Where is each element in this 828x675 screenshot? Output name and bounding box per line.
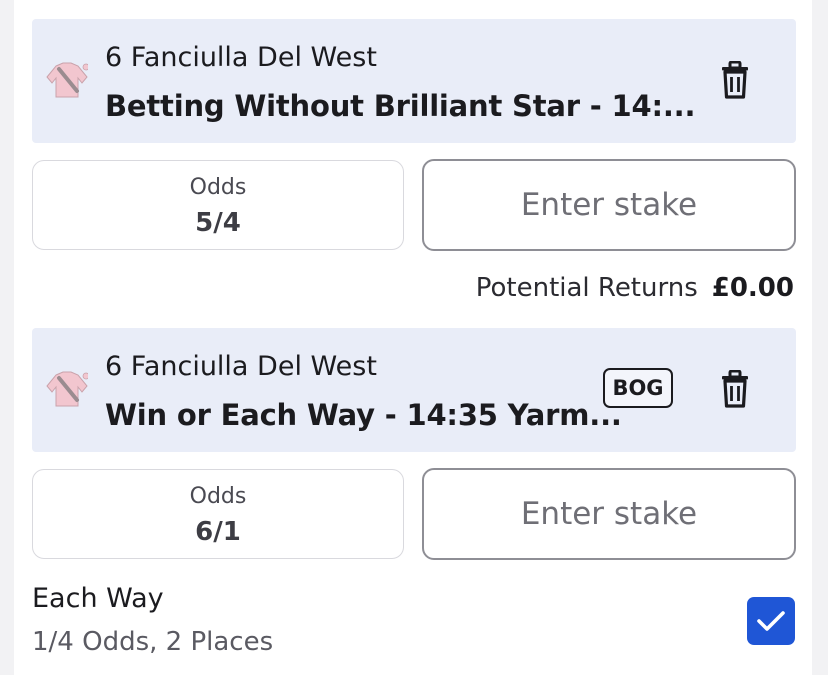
- checkmark-icon: [757, 611, 785, 631]
- jockey-silks-icon: [46, 62, 88, 98]
- stake-input[interactable]: [422, 159, 796, 251]
- each-way-terms: 1/4 Odds, 2 Places: [32, 627, 274, 657]
- trash-icon[interactable]: [719, 370, 751, 408]
- odds-value: 5/4: [195, 208, 241, 238]
- each-way-title: Each Way: [32, 583, 164, 614]
- stake-input[interactable]: [422, 468, 796, 560]
- market-name: Betting Without Brilliant Star - 14:...: [105, 89, 696, 123]
- potential-returns-label: Potential Returns: [475, 273, 698, 303]
- selection-header: 6 Fanciulla Del West Betting Without Bri…: [32, 19, 796, 143]
- bog-badge: BOG: [603, 368, 673, 408]
- odds-box: Odds 5/4: [32, 160, 404, 250]
- potential-returns-value: £0.00: [711, 273, 794, 303]
- odds-value: 6/1: [195, 517, 241, 547]
- runner-name: 6 Fanciulla Del West: [105, 351, 377, 382]
- odds-box: Odds 6/1: [32, 469, 404, 559]
- runner-name: 6 Fanciulla Del West: [105, 42, 377, 73]
- selection-header: 6 Fanciulla Del West Win or Each Way - 1…: [32, 328, 796, 452]
- potential-returns: Potential Returns £0.00: [476, 273, 794, 303]
- trash-icon[interactable]: [719, 61, 751, 99]
- odds-label: Odds: [189, 175, 247, 200]
- bet-slip-panel: 6 Fanciulla Del West Betting Without Bri…: [14, 0, 812, 675]
- each-way-checkbox[interactable]: [747, 597, 795, 645]
- market-name: Win or Each Way - 14:35 Yarm...: [105, 398, 622, 432]
- jockey-silks-icon: [46, 371, 88, 407]
- odds-label: Odds: [189, 484, 247, 509]
